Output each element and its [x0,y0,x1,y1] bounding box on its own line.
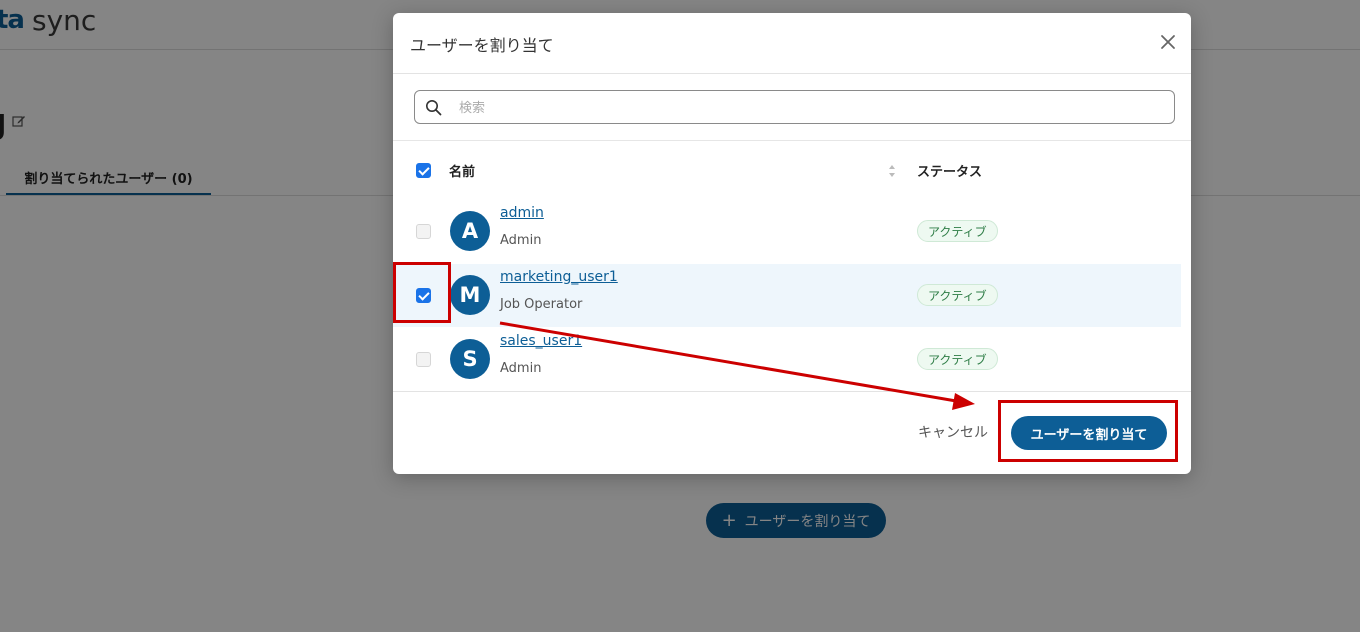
column-header-status: ステータス [917,165,983,180]
table-header: 名前 ステータス [393,153,1191,187]
user-name-link[interactable]: marketing_user1 [500,269,618,285]
avatar: S [450,339,490,379]
footer-divider [393,391,1191,392]
user-role: Admin [500,361,542,376]
row-checkbox[interactable] [416,352,431,367]
search-box [414,90,1175,124]
table-row[interactable]: A admin Admin アクティブ [393,200,1191,263]
cancel-button[interactable]: キャンセル [918,422,988,442]
user-name-link[interactable]: admin [500,205,544,221]
status-badge: アクティブ [917,284,998,306]
status-badge: アクティブ [917,220,998,242]
search-icon [426,100,442,116]
sort-icon[interactable] [888,163,896,179]
dialog-title: ユーザーを割り当て [410,36,554,55]
avatar: A [450,211,490,251]
row-checkbox[interactable] [416,224,431,239]
annotation-highlight-assign-button [998,400,1178,462]
user-name-link[interactable]: sales_user1 [500,333,582,349]
list-divider [393,140,1191,141]
close-icon[interactable] [1159,33,1177,51]
user-role: Job Operator [500,297,583,312]
select-all-checkbox[interactable] [416,163,431,178]
avatar: M [450,275,490,315]
annotation-highlight-checkbox [393,262,451,323]
table-row[interactable]: M marketing_user1 Job Operator アクティブ [393,264,1181,327]
table-row[interactable]: S sales_user1 Admin アクティブ [393,328,1191,391]
search-input[interactable] [459,97,1159,119]
column-header-name[interactable]: 名前 [449,161,475,180]
user-role: Admin [500,233,542,248]
dialog-header: ユーザーを割り当て [393,13,1191,74]
status-badge: アクティブ [917,348,998,370]
